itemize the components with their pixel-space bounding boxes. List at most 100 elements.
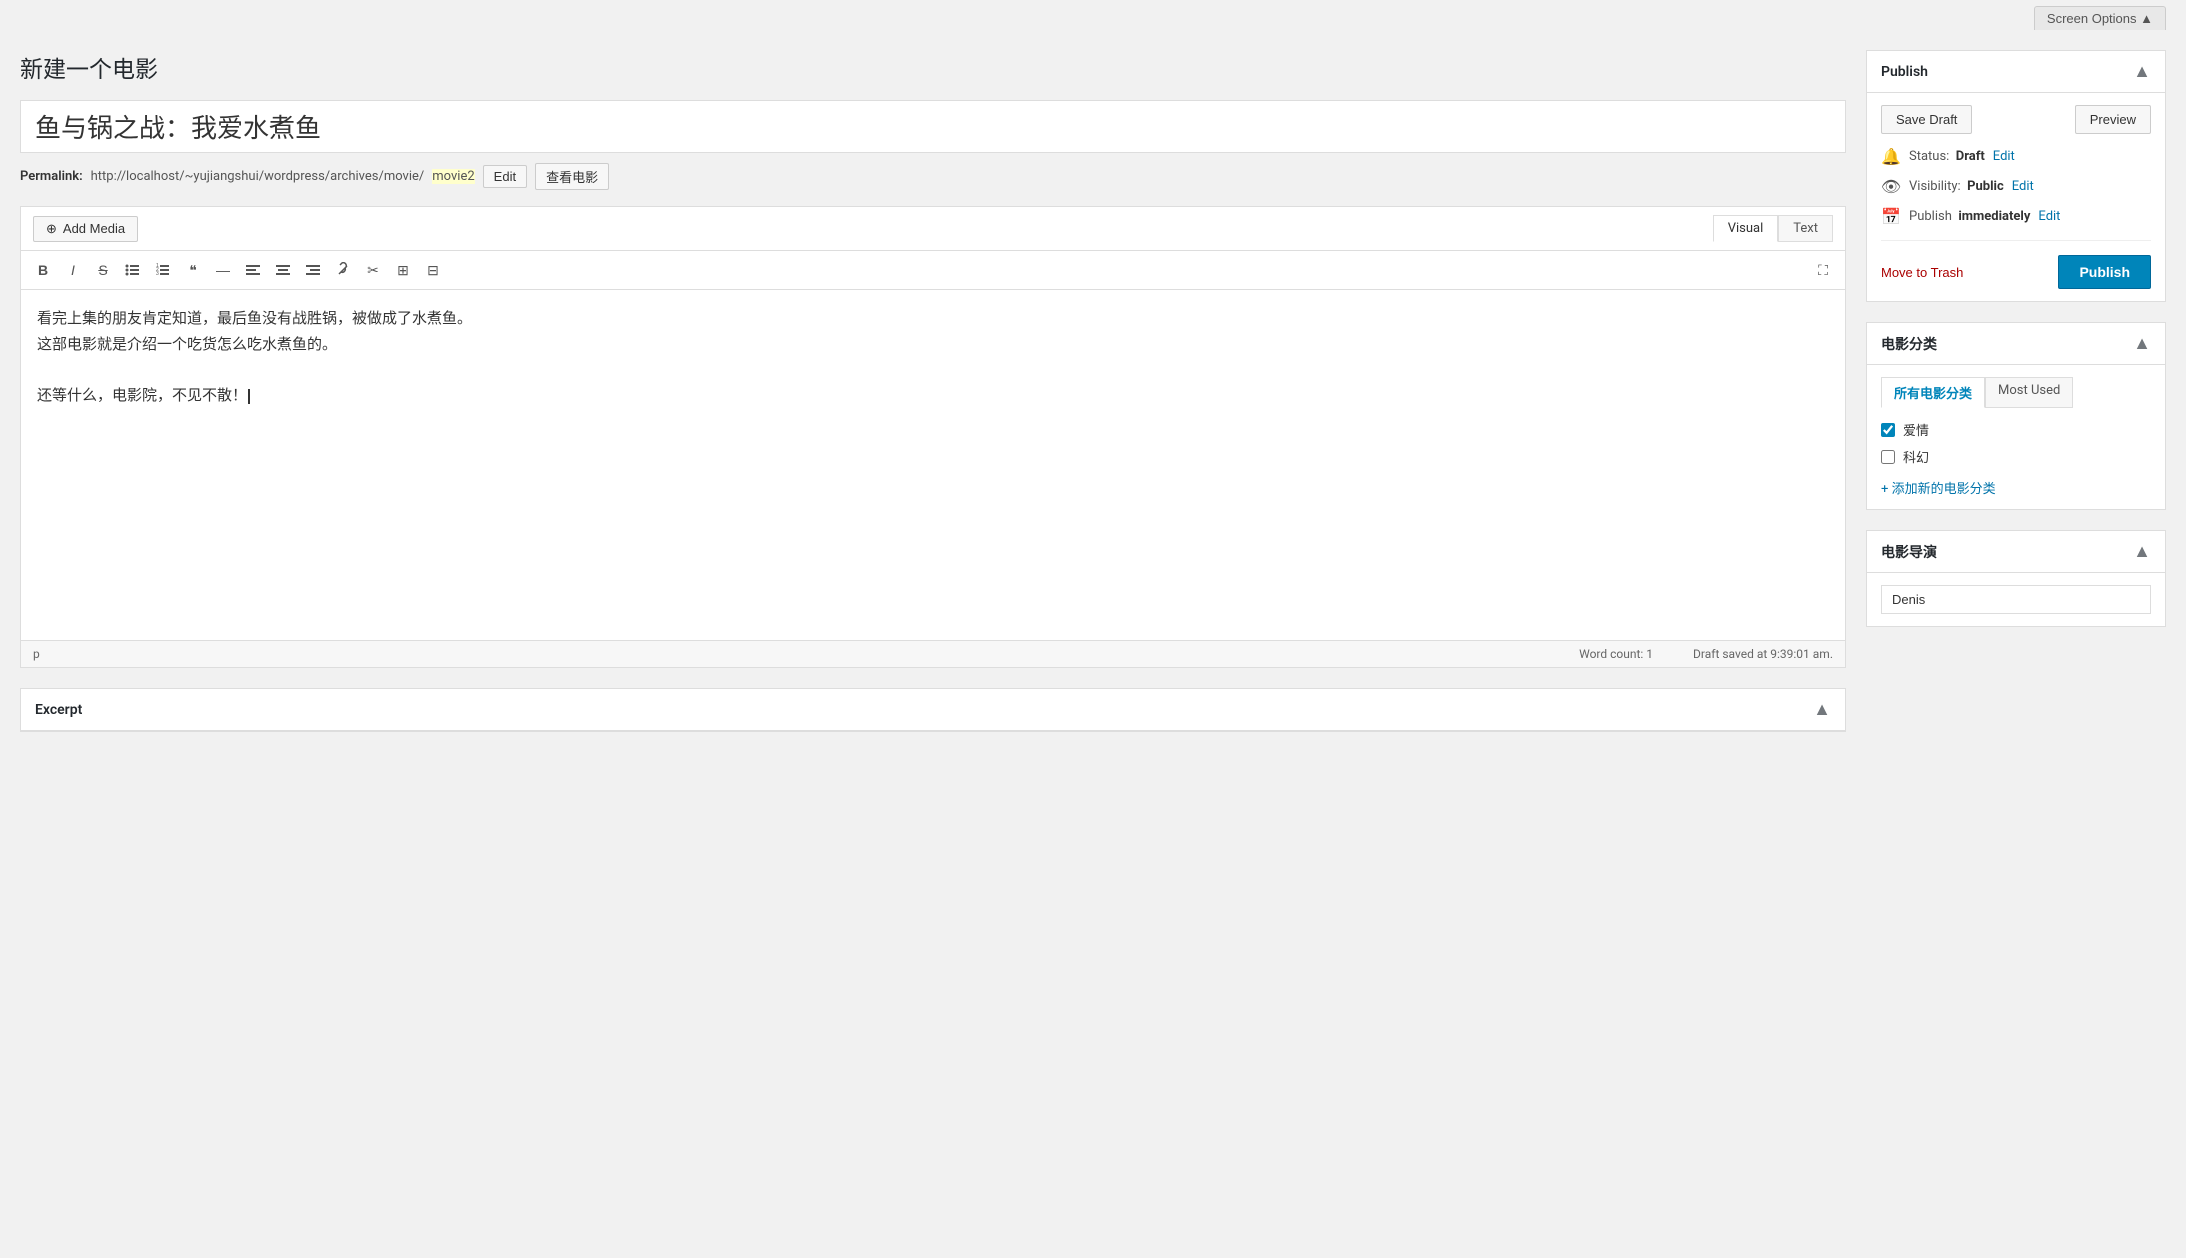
align-center-button[interactable] xyxy=(269,257,297,283)
main-content: 新建一个电影 Permalink: http://localhost/~yuji… xyxy=(0,30,2186,1258)
add-category-link[interactable]: + 添加新的电影分类 xyxy=(1881,478,2151,497)
publish-bottom: Move to Trash Publish xyxy=(1881,255,2151,289)
editor-view-tabs: Visual Text xyxy=(1713,215,1833,242)
publish-time-row: 📅 Publish immediately Edit xyxy=(1881,206,2151,226)
content-paragraph-3 xyxy=(37,357,1829,383)
screen-options-button[interactable]: Screen Options ▲ xyxy=(2034,6,2166,30)
status-row: 🔔 Status: Draft Edit xyxy=(1881,146,2151,166)
right-column: Publish ▲ Save Draft Preview 🔔 xyxy=(1866,50,2166,1238)
category-label-romance: 爱情 xyxy=(1903,420,1929,439)
align-right-button[interactable] xyxy=(299,257,327,283)
content-paragraph-2: 这部电影就是介绍一个吃货怎么吃水煮鱼的。 xyxy=(37,332,1829,358)
status-edit-link[interactable]: Edit xyxy=(1993,149,2015,164)
publish-panel-toggle-icon: ▲ xyxy=(2133,61,2151,82)
visibility-text: Visibility: Public xyxy=(1909,179,2004,194)
list-item: 科幻 xyxy=(1881,447,2151,466)
publish-time-text: Publish immediately xyxy=(1909,209,2030,224)
unlink-button[interactable]: ✂ xyxy=(359,257,387,283)
left-column: 新建一个电影 Permalink: http://localhost/~yuji… xyxy=(20,50,1846,1238)
publish-panel-header[interactable]: Publish ▲ xyxy=(1867,51,2165,93)
visibility-row: 👁 Visibility: Public Edit xyxy=(1881,176,2151,196)
publish-actions: Save Draft Preview xyxy=(1881,105,2151,134)
permalink-slug: movie2 xyxy=(432,169,474,184)
publish-time-edit-link[interactable]: Edit xyxy=(2038,209,2060,224)
svg-text:3: 3 xyxy=(156,271,159,277)
table-button[interactable]: ⊟ xyxy=(419,257,447,283)
director-panel-title: 电影导演 xyxy=(1881,542,1937,562)
post-title-input[interactable] xyxy=(20,100,1846,153)
strikethrough-button[interactable]: S xyxy=(89,257,117,283)
editor-container: ⊕ Add Media Visual Text B I S xyxy=(20,206,1846,668)
page-wrapper: Screen Options ▲ 新建一个电影 Permalink: http:… xyxy=(0,0,2186,1258)
category-panel-header[interactable]: 电影分类 ▲ xyxy=(1867,323,2165,365)
publish-panel-title: Publish xyxy=(1881,64,1928,80)
tab-text[interactable]: Text xyxy=(1778,215,1833,242)
add-media-button[interactable]: ⊕ Add Media xyxy=(33,216,138,242)
publish-time-icon: 📅 xyxy=(1881,206,1901,226)
visibility-value: Public xyxy=(1967,179,2004,194)
excerpt-header[interactable]: Excerpt ▲ xyxy=(21,689,1845,731)
format-toolbar: B I S 123 ❝ — xyxy=(21,251,1845,290)
align-left-button[interactable] xyxy=(239,257,267,283)
save-draft-button[interactable]: Save Draft xyxy=(1881,105,1972,134)
excerpt-toggle-icon: ▲ xyxy=(1813,699,1831,720)
publish-button[interactable]: Publish xyxy=(2058,255,2151,289)
visibility-edit-link[interactable]: Edit xyxy=(2012,179,2034,194)
permalink-row: Permalink: http://localhost/~yujiangshui… xyxy=(20,163,1846,190)
category-panel: 电影分类 ▲ 所有电影分类 Most Used 爱情 xyxy=(1866,322,2166,510)
tag-indicator: p xyxy=(33,647,40,661)
status-text: Status: Draft xyxy=(1909,149,1985,164)
horizontal-rule-button[interactable]: — xyxy=(209,257,237,283)
permalink-base-url: http://localhost/~yujiangshui/wordpress/… xyxy=(91,169,425,184)
unordered-list-button[interactable] xyxy=(119,257,147,283)
category-list: 爱情 科幻 xyxy=(1881,420,2151,466)
category-panel-title: 电影分类 xyxy=(1881,334,1937,354)
add-media-icon: ⊕ xyxy=(46,221,57,237)
category-panel-body: 所有电影分类 Most Used 爱情 科幻 + 添加新的电影分类 xyxy=(1867,365,2165,509)
category-tab-most-used[interactable]: Most Used xyxy=(1985,377,2073,408)
permalink-view-button[interactable]: 查看电影 xyxy=(535,163,609,190)
director-panel: 电影导演 ▲ xyxy=(1866,530,2166,627)
editor-status-row: Word count: 1 Draft saved at 9:39:01 am. xyxy=(1579,647,1833,661)
category-tabs: 所有电影分类 Most Used xyxy=(1881,377,2151,408)
link-button[interactable] xyxy=(329,257,357,283)
move-to-trash-button[interactable]: Move to Trash xyxy=(1881,265,1963,280)
page-title: 新建一个电影 xyxy=(20,50,1846,84)
editor-top-toolbar: ⊕ Add Media Visual Text xyxy=(21,207,1845,251)
preview-button[interactable]: Preview xyxy=(2075,105,2151,134)
category-checkbox-romance[interactable] xyxy=(1881,423,1895,437)
fullscreen-button[interactable]: ⛶ xyxy=(1809,257,1837,283)
excerpt-meta-box: Excerpt ▲ xyxy=(20,688,1846,732)
list-item: 爱情 xyxy=(1881,420,2151,439)
permalink-label: Permalink: xyxy=(20,169,83,184)
editor-bottom-bar: p Word count: 1 Draft saved at 9:39:01 a… xyxy=(21,640,1845,667)
permalink-edit-button[interactable]: Edit xyxy=(483,165,527,188)
category-label-scifi: 科幻 xyxy=(1903,447,1929,466)
excerpt-title: Excerpt xyxy=(35,702,82,718)
status-icon: 🔔 xyxy=(1881,146,1901,166)
publish-meta: 🔔 Status: Draft Edit 👁 Visibility: xyxy=(1881,146,2151,241)
insert-button[interactable]: ⊞ xyxy=(389,257,417,283)
ordered-list-button[interactable]: 123 xyxy=(149,257,177,283)
blockquote-button[interactable]: ❝ xyxy=(179,257,207,283)
draft-saved: Draft saved at 9:39:01 am. xyxy=(1693,647,1833,661)
category-tab-all[interactable]: 所有电影分类 xyxy=(1881,377,1985,408)
visibility-icon: 👁 xyxy=(1881,176,1901,196)
italic-button[interactable]: I xyxy=(59,257,87,283)
add-media-label: Add Media xyxy=(63,221,125,236)
text-cursor xyxy=(248,389,250,404)
category-checkbox-scifi[interactable] xyxy=(1881,450,1895,464)
tab-visual[interactable]: Visual xyxy=(1713,215,1779,242)
category-panel-toggle-icon: ▲ xyxy=(2133,333,2151,354)
publish-time-value: immediately xyxy=(1958,209,2030,224)
director-input[interactable] xyxy=(1881,585,2151,614)
content-paragraph-4: 还等什么，电影院，不见不散！ xyxy=(37,383,1829,409)
screen-options-bar: Screen Options ▲ xyxy=(0,0,2186,30)
publish-panel-body: Save Draft Preview 🔔 Status: Draft Edit xyxy=(1867,93,2165,301)
content-paragraph-1: 看完上集的朋友肯定知道，最后鱼没有战胜锅，被做成了水煮鱼。 xyxy=(37,306,1829,332)
publish-panel: Publish ▲ Save Draft Preview 🔔 xyxy=(1866,50,2166,302)
editor-content[interactable]: 看完上集的朋友肯定知道，最后鱼没有战胜锅，被做成了水煮鱼。 这部电影就是介绍一个… xyxy=(21,290,1845,640)
director-panel-body xyxy=(1867,573,2165,626)
bold-button[interactable]: B xyxy=(29,257,57,283)
director-panel-header[interactable]: 电影导演 ▲ xyxy=(1867,531,2165,573)
